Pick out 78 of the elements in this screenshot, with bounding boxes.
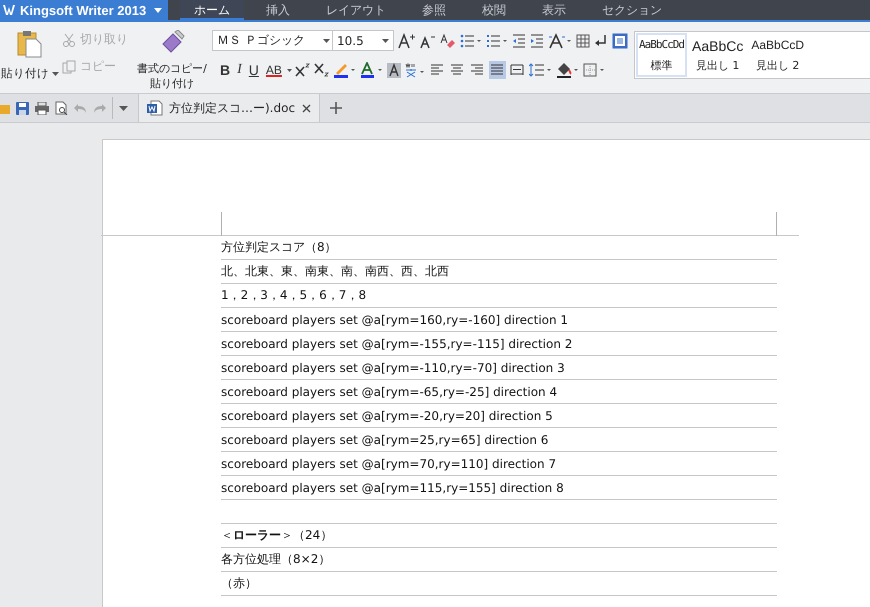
app-menu-button[interactable]: Kingsoft Writer 2013	[0, 0, 168, 20]
caret-icon	[382, 38, 389, 42]
document-text-line: ＜ローラー＞（24）	[221, 527, 332, 544]
phonetic-guide-icon[interactable]	[404, 62, 426, 78]
style-name: 見出し 1	[696, 58, 740, 73]
document-text-line: scoreboard players set @a[rym=-20,ry=20] direction 5	[221, 408, 553, 422]
document-text-line: （赤）	[221, 575, 257, 592]
document-text-line: scoreboard players set @a[rym=160,ry=-160] direction 1	[221, 312, 568, 326]
caret-icon	[323, 38, 330, 42]
bullet-list-icon[interactable]	[460, 34, 482, 48]
style-preview: AaBbCcDd	[639, 38, 684, 51]
document-text-line: scoreboard players set @a[rym=-155,ry=-115] direction 2	[221, 336, 572, 350]
document-text-line: 方位判定スコア（8）	[221, 239, 337, 256]
font-name-field[interactable]: ＭＳ Ｐゴシック	[212, 30, 335, 51]
paint-bucket-icon[interactable]	[556, 62, 580, 78]
document-frame-icon[interactable]	[612, 32, 628, 48]
save-icon[interactable]	[16, 102, 29, 114]
style-preset[interactable]: AaBbCc 見出し 1	[688, 33, 746, 77]
print-preview-icon[interactable]	[55, 101, 68, 115]
word-document-icon	[147, 100, 163, 116]
close-icon[interactable]	[302, 104, 311, 112]
w-logo-icon	[3, 4, 15, 16]
caret-icon[interactable]	[286, 68, 292, 72]
clipboard-icon	[17, 30, 43, 58]
table-icon[interactable]	[576, 34, 590, 48]
style-name: 見出し 2	[756, 58, 800, 73]
dropdown-icon[interactable]	[119, 106, 128, 110]
line-spacing-icon[interactable]	[528, 63, 553, 77]
shaded-a-icon[interactable]	[386, 62, 401, 78]
grow-font-icon[interactable]	[398, 32, 416, 48]
menu-tab[interactable]: 参照	[408, 0, 460, 20]
caret-icon	[52, 72, 59, 76]
menu-tab[interactable]: レイアウト	[312, 0, 400, 20]
menu-tab[interactable]: ホーム	[180, 0, 244, 20]
eraser-icon[interactable]	[440, 32, 456, 48]
document-text-line: 各方位処理（8×2）	[221, 551, 330, 568]
border-icon[interactable]	[582, 63, 607, 77]
style-name: 標準	[650, 58, 672, 73]
format-button[interactable]: AB	[264, 63, 284, 77]
format-button[interactable]: I	[235, 62, 244, 78]
print-icon[interactable]	[35, 102, 49, 114]
numbered-list-icon[interactable]	[486, 34, 508, 48]
menu-tab[interactable]: セクション	[588, 0, 676, 20]
return-arrow-icon[interactable]	[594, 34, 608, 48]
style-preset[interactable]: AaBbCcDd 標準	[636, 33, 687, 77]
format-painter-button[interactable]: 書式のコピー/ 貼り付け	[136, 30, 208, 91]
decrease-indent-icon[interactable]	[512, 34, 526, 48]
paste-button[interactable]: 貼り付け	[2, 30, 58, 81]
alignment-button[interactable]	[488, 61, 506, 79]
document-text-line: scoreboard players set @a[rym=115,ry=155] direction 8	[221, 480, 564, 494]
font-size-field[interactable]: 10.5	[332, 30, 394, 51]
document-text-line: 1，2，3，4，5，6，7，8	[221, 287, 366, 304]
copy-icon	[62, 60, 76, 74]
document-text-line: scoreboard players set @a[rym=70,ry=110] direction 7	[221, 456, 556, 470]
new-tab-icon[interactable]	[330, 102, 342, 114]
scissors-icon	[62, 32, 76, 46]
document-text-line: scoreboard players set @a[rym=-110,ry=-70] direction 3	[221, 360, 565, 374]
format-button[interactable]: B	[218, 62, 232, 78]
paste-label: 貼り付け	[1, 66, 49, 81]
menu-tab[interactable]: 校閲	[468, 0, 520, 20]
highlighter-icon[interactable]	[332, 62, 357, 78]
style-preview: AaBbCc	[692, 38, 744, 54]
document-text-line: 北、北東、東、南東、南、南西、西、北西	[221, 263, 449, 280]
font-color-icon[interactable]	[360, 62, 384, 78]
menu-tab[interactable]: 挿入	[252, 0, 304, 20]
menu-tab[interactable]: 表示	[528, 0, 580, 20]
document-text-line: scoreboard players set @a[rym=-65,ry=-25] direction 4	[221, 384, 558, 398]
app-title: Kingsoft Writer 2013	[20, 2, 148, 18]
increase-indent-icon[interactable]	[530, 34, 544, 48]
document-text-line: scoreboard players set @a[rym=25,ry=65] direction 6	[221, 432, 548, 446]
superscript-icon[interactable]	[294, 63, 311, 77]
subscript-icon[interactable]	[314, 63, 330, 77]
style-preview: AaBbCcD	[751, 38, 804, 52]
document-tab[interactable]: 方位判定スコ…ー).doc	[138, 94, 320, 122]
character-spacing-icon[interactable]	[548, 32, 572, 48]
style-preset[interactable]: AaBbCcD 見出し 2	[748, 33, 808, 77]
caret-icon	[154, 8, 162, 12]
format-button[interactable]: U	[246, 62, 261, 78]
